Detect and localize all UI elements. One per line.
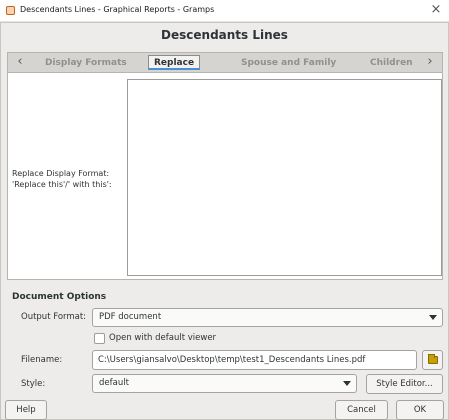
chevron-down-icon: [429, 315, 437, 320]
open-viewer-label: Open with default viewer: [109, 333, 217, 343]
filename-field[interactable]: C:\Users\giansalvo\Desktop\temp\test1_De…: [92, 350, 417, 370]
style-label: Style:: [21, 379, 46, 389]
style-editor-button[interactable]: Style Editor...: [366, 374, 443, 394]
ok-button[interactable]: OK: [396, 400, 444, 420]
filename-label: Filename:: [21, 355, 63, 365]
gramps-app-icon: [6, 6, 15, 15]
cancel-button[interactable]: Cancel: [335, 400, 388, 420]
window-title: Descendants Lines - Graphical Reports - …: [20, 5, 215, 14]
tab-children[interactable]: Children: [370, 56, 413, 70]
replace-format-textarea[interactable]: [127, 79, 442, 276]
chevron-right-icon[interactable]: ›: [421, 53, 439, 72]
help-button[interactable]: Help: [5, 400, 47, 420]
replace-format-label: Replace Display Format: 'Replace this'/'…: [12, 168, 124, 190]
tab-replace[interactable]: Replace: [148, 55, 201, 70]
browse-folder-button[interactable]: [422, 350, 443, 370]
style-select[interactable]: default: [92, 374, 357, 393]
open-viewer-checkbox[interactable]: [94, 333, 105, 344]
replace-label-line1: Replace Display Format:: [12, 169, 110, 178]
style-value: default: [99, 378, 129, 388]
window-titlebar: Descendants Lines - Graphical Reports - …: [0, 0, 449, 22]
chevron-down-icon: [343, 381, 351, 386]
chevron-left-icon[interactable]: ‹: [11, 53, 29, 72]
tab-bar: ‹ Display Formats Replace Spouse and Fam…: [7, 52, 443, 73]
folder-icon: [428, 354, 438, 364]
replace-label-line2: 'Replace this'/' with this':: [12, 180, 112, 189]
output-format-label: Output Format:: [21, 312, 87, 322]
tab-display-formats[interactable]: Display Formats: [45, 56, 127, 70]
dialog-heading: Descendants Lines: [161, 28, 288, 42]
output-format-select[interactable]: PDF document: [92, 308, 443, 327]
output-format-value: PDF document: [99, 312, 162, 322]
tab-spouse-and-family[interactable]: Spouse and Family: [241, 56, 336, 70]
document-options-header: Document Options: [12, 292, 107, 302]
close-icon[interactable]: ×: [429, 2, 443, 17]
